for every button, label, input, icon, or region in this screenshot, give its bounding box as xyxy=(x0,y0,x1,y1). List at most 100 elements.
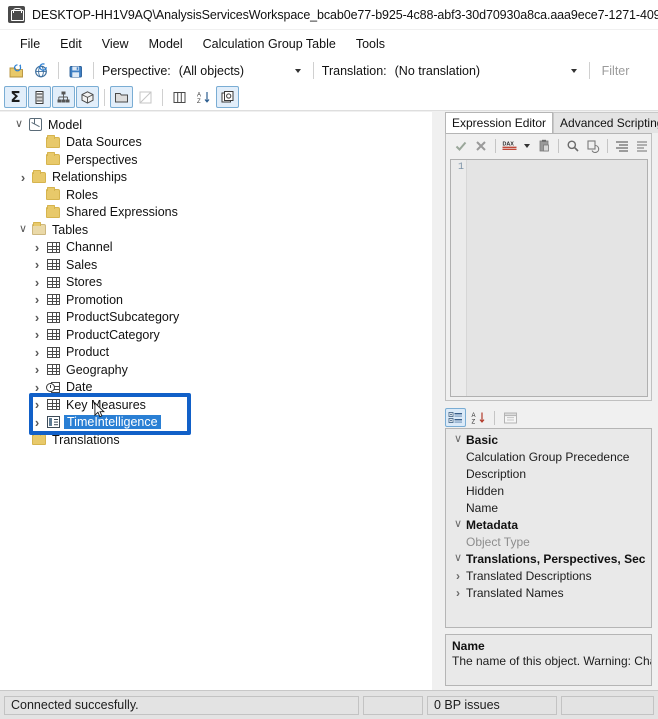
show-measures-toggle[interactable]: Σ xyxy=(4,86,27,108)
tree-item-productsubcategory[interactable]: ProductSubcategory xyxy=(0,309,431,327)
property-category-translations[interactable]: Translations, Perspectives, Sec xyxy=(446,550,651,567)
translation-combobox[interactable]: (No translation) xyxy=(393,64,563,78)
menu-model[interactable]: Model xyxy=(139,33,193,55)
show-all-columns-toggle[interactable] xyxy=(168,86,191,108)
chevron-down-icon[interactable] xyxy=(450,553,466,564)
chevron-down-icon[interactable] xyxy=(16,224,30,235)
chevron-right-icon[interactable] xyxy=(30,328,44,341)
tree-item-label: Roles xyxy=(66,187,98,202)
tree-item-data-sources[interactable]: Data Sources xyxy=(0,134,431,152)
tab-expression-editor[interactable]: Expression Editor xyxy=(445,112,554,133)
properties-list[interactable]: Basic Calculation Group Precedence Descr… xyxy=(445,428,652,628)
chevron-down-icon[interactable] xyxy=(450,519,466,530)
translation-chevron-down-icon[interactable] xyxy=(570,68,577,73)
tree-item-geography[interactable]: Geography xyxy=(0,361,431,379)
tree-item-relationships[interactable]: Relationships xyxy=(0,169,431,187)
menu-view[interactable]: View xyxy=(92,33,139,55)
perspective-chevron-down-icon[interactable] xyxy=(294,68,301,73)
globe-refresh-icon[interactable] xyxy=(30,60,52,82)
chevron-right-icon[interactable] xyxy=(30,258,44,271)
code-area[interactable] xyxy=(467,160,647,396)
menu-calculation-group-table[interactable]: Calculation Group Table xyxy=(193,33,346,55)
tree-item-product[interactable]: Product xyxy=(0,344,431,362)
tree-item-label: Model xyxy=(48,117,83,132)
svg-text:A: A xyxy=(197,92,201,98)
chevron-right-icon[interactable] xyxy=(30,416,44,429)
tree-item-sales[interactable]: Sales xyxy=(0,256,431,274)
show-display-folders-toggle[interactable] xyxy=(110,86,133,108)
tree-item-timeintelligence[interactable]: TimeIntelligence xyxy=(0,414,431,432)
menu-file[interactable]: File xyxy=(10,33,50,55)
property-row-translated-descriptions[interactable]: Translated Descriptions xyxy=(446,567,651,584)
dax-format-button[interactable]: DAX xyxy=(501,137,519,156)
alphabetical-sort-button[interactable]: A Z xyxy=(468,408,489,427)
chevron-right-icon[interactable] xyxy=(30,363,44,376)
cancel-edit-button[interactable] xyxy=(472,137,490,156)
show-hidden-toggle[interactable] xyxy=(134,86,157,108)
dax-format-chevron-down-icon[interactable] xyxy=(524,144,530,148)
copy-object-icon xyxy=(221,90,234,102)
filter-input[interactable]: Filter xyxy=(596,64,630,78)
property-category-basic[interactable]: Basic xyxy=(446,431,651,448)
cube-icon xyxy=(81,90,94,104)
chevron-right-icon[interactable] xyxy=(30,241,44,254)
show-partitions-toggle[interactable] xyxy=(76,86,99,108)
menu-tools[interactable]: Tools xyxy=(346,33,395,55)
replace-button[interactable] xyxy=(584,137,602,156)
save-disk-icon[interactable] xyxy=(65,60,87,82)
property-row-description[interactable]: Description xyxy=(446,465,651,482)
model-tree-panel[interactable]: Model Data Sources Perspectives Relation… xyxy=(0,112,432,690)
table-icon xyxy=(44,346,62,358)
open-folder-icon[interactable] xyxy=(6,60,28,82)
tree-item-promotion[interactable]: Promotion xyxy=(0,291,431,309)
chevron-right-icon[interactable] xyxy=(450,587,466,599)
chevron-right-icon[interactable] xyxy=(30,311,44,324)
chevron-down-icon[interactable] xyxy=(450,434,466,445)
tree-item-shared-expressions[interactable]: Shared Expressions xyxy=(0,204,431,222)
property-pages-button[interactable] xyxy=(500,408,521,427)
chevron-right-icon[interactable] xyxy=(30,398,44,411)
indent-button[interactable] xyxy=(613,137,631,156)
menu-edit[interactable]: Edit xyxy=(50,33,92,55)
hidden-square-icon xyxy=(139,91,152,103)
tree-item-perspectives[interactable]: Perspectives xyxy=(0,151,431,169)
perspective-combobox[interactable]: (All objects) xyxy=(177,64,287,78)
property-row-calculation-group-precedence[interactable]: Calculation Group Precedence xyxy=(446,448,651,465)
find-button[interactable] xyxy=(564,137,582,156)
tree-item-translations[interactable]: Translations xyxy=(0,431,431,449)
show-hierarchies-toggle[interactable] xyxy=(52,86,75,108)
categorized-view-button[interactable] xyxy=(445,408,466,427)
chevron-right-icon[interactable] xyxy=(30,276,44,289)
paste-button[interactable] xyxy=(535,137,553,156)
tree-item-key-measures[interactable]: Key Measures xyxy=(0,396,431,414)
tree-item-roles[interactable]: Roles xyxy=(0,186,431,204)
property-row-name[interactable]: Name xyxy=(446,499,651,516)
chevron-right-icon[interactable] xyxy=(30,381,44,394)
accept-edit-button[interactable] xyxy=(452,137,470,156)
properties-toolbar: A Z xyxy=(445,407,652,428)
expression-editor-body[interactable]: 1 xyxy=(450,159,648,397)
tab-advanced-scripting[interactable]: Advanced Scripting xyxy=(553,112,658,133)
tree-item-tables[interactable]: Tables xyxy=(0,221,431,239)
chevron-right-icon[interactable] xyxy=(30,293,44,306)
show-columns-toggle[interactable] xyxy=(28,86,51,108)
chevron-down-icon[interactable] xyxy=(12,119,26,130)
tree-item-label: Geography xyxy=(66,362,128,377)
show-metadata-toggle[interactable] xyxy=(216,86,239,108)
tree-item-model[interactable]: Model xyxy=(0,116,431,134)
property-row-translated-names[interactable]: Translated Names xyxy=(446,584,651,601)
tree-item-date[interactable]: Date xyxy=(0,379,431,397)
property-label: Name xyxy=(466,500,499,515)
tree-item-channel[interactable]: Channel xyxy=(0,239,431,257)
property-row-object-type[interactable]: Object Type xyxy=(446,533,651,550)
tree-item-stores[interactable]: Stores xyxy=(0,274,431,292)
tree-item-productcategory[interactable]: ProductCategory xyxy=(0,326,431,344)
more-button[interactable] xyxy=(633,137,651,156)
tree-item-label-selected: TimeIntelligence xyxy=(64,415,161,430)
property-category-metadata[interactable]: Metadata xyxy=(446,516,651,533)
chevron-right-icon[interactable] xyxy=(450,570,466,582)
chevron-right-icon[interactable] xyxy=(30,346,44,359)
sort-alphabetically-button[interactable]: A Z xyxy=(192,86,215,108)
chevron-right-icon[interactable] xyxy=(16,171,30,184)
property-row-hidden[interactable]: Hidden xyxy=(446,482,651,499)
